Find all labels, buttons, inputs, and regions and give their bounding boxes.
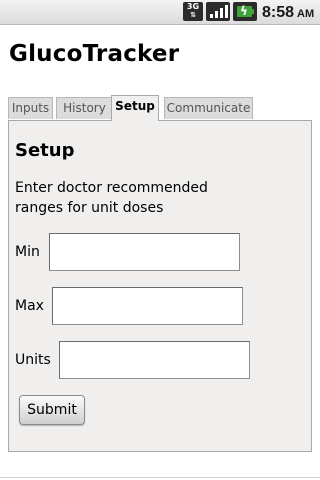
setup-panel: Setup Enter doctor recommended ranges fo… bbox=[8, 120, 312, 452]
app-title: GlucoTracker bbox=[9, 41, 180, 67]
min-input[interactable] bbox=[49, 233, 240, 271]
tab-setup[interactable]: Setup bbox=[111, 95, 159, 121]
status-bar: 3G ⇅ ϟ 8:58 AM bbox=[0, 0, 320, 25]
max-label: Max bbox=[15, 298, 44, 314]
tab-bar: Inputs History Setup Communicate bbox=[8, 95, 312, 121]
divider bbox=[0, 477, 320, 478]
min-label: Min bbox=[15, 244, 40, 260]
submit-button[interactable]: Submit bbox=[19, 395, 85, 425]
signal-strength-icon bbox=[206, 2, 230, 21]
tab-communicate[interactable]: Communicate bbox=[164, 97, 253, 119]
units-input[interactable] bbox=[59, 341, 250, 379]
battery-charging-icon: ϟ bbox=[233, 2, 257, 21]
3g-data-icon: 3G ⇅ bbox=[183, 2, 203, 21]
data-arrows-icon: ⇅ bbox=[190, 11, 196, 19]
panel-heading: Setup bbox=[15, 140, 75, 161]
status-clock: 8:58 AM bbox=[262, 3, 314, 24]
max-input[interactable] bbox=[52, 287, 243, 325]
instructions-text: Enter doctor recommended ranges for unit… bbox=[15, 180, 208, 216]
tab-inputs[interactable]: Inputs bbox=[8, 97, 53, 119]
clock-ampm: AM bbox=[297, 8, 315, 20]
clock-time: 8:58 bbox=[262, 4, 295, 21]
units-label: Units bbox=[15, 352, 51, 368]
tab-history[interactable]: History bbox=[56, 97, 113, 119]
network-type-label: 3G bbox=[186, 2, 200, 11]
